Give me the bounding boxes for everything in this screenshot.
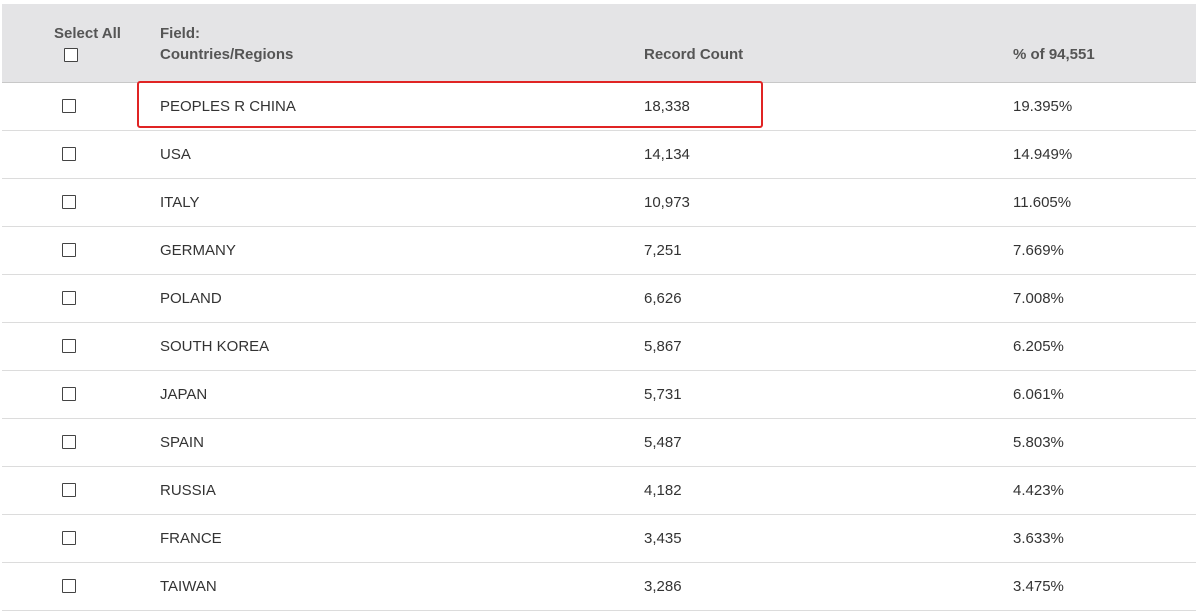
table-header: Select All Field: Countries/Regions Reco…	[2, 4, 1196, 83]
record-count: 7,251	[644, 242, 682, 259]
row-checkbox[interactable]	[62, 195, 76, 209]
field-label: Field:	[160, 25, 200, 42]
table-body: PEOPLES R CHINA 18,338 19.395% USA 14,13…	[2, 83, 1196, 611]
percent-value: 5.803%	[1013, 434, 1064, 451]
record-count-column-header[interactable]: Record Count	[644, 44, 743, 65]
record-count: 6,626	[644, 290, 682, 307]
table-row: RUSSIA 4,182 4.423%	[2, 467, 1196, 515]
country-name: RUSSIA	[160, 482, 216, 499]
select-all-checkbox[interactable]	[64, 48, 78, 62]
percent-value: 11.605%	[1013, 194, 1072, 211]
row-checkbox[interactable]	[62, 435, 76, 449]
row-checkbox[interactable]	[62, 531, 76, 545]
table-row: USA 14,134 14.949%	[2, 131, 1196, 179]
country-name: FRANCE	[160, 530, 222, 547]
row-checkbox[interactable]	[62, 339, 76, 353]
results-analysis-page: Select All Field: Countries/Regions Reco…	[0, 0, 1197, 611]
country-name: JAPAN	[160, 386, 208, 403]
record-count: 4,182	[644, 482, 682, 499]
record-count: 18,338	[644, 98, 690, 115]
country-name: SPAIN	[160, 434, 204, 451]
percent-value: 19.395%	[1013, 98, 1073, 115]
record-count: 5,867	[644, 338, 682, 355]
percent-value: 14.949%	[1013, 146, 1073, 163]
percent-value: 6.061%	[1013, 386, 1064, 403]
country-name: POLAND	[160, 290, 222, 307]
country-name: PEOPLES R CHINA	[160, 98, 296, 115]
table-row: TAIWAN 3,286 3.475%	[2, 563, 1196, 611]
percent-value: 3.475%	[1013, 578, 1064, 595]
percent-value: 7.669%	[1013, 242, 1064, 259]
table-row: POLAND 6,626 7.008%	[2, 275, 1196, 323]
country-name: SOUTH KOREA	[160, 338, 270, 355]
record-count: 5,731	[644, 386, 682, 403]
country-name: GERMANY	[160, 242, 236, 259]
record-count: 3,435	[644, 530, 682, 547]
table-row: PEOPLES R CHINA 18,338 19.395%	[2, 83, 1196, 131]
table-row: SPAIN 5,487 5.803%	[2, 419, 1196, 467]
percent-value: 4.423%	[1013, 482, 1064, 499]
field-name: Countries/Regions	[160, 46, 294, 63]
field-column-header[interactable]: Field: Countries/Regions	[160, 23, 293, 65]
country-name: USA	[160, 146, 191, 163]
table-row: JAPAN 5,731 6.061%	[2, 371, 1196, 419]
percent-value: 6.205%	[1013, 338, 1064, 355]
row-checkbox[interactable]	[62, 579, 76, 593]
table-row: FRANCE 3,435 3.633%	[2, 515, 1196, 563]
table-row: GERMANY 7,251 7.669%	[2, 227, 1196, 275]
row-checkbox[interactable]	[62, 483, 76, 497]
country-name: ITALY	[160, 194, 200, 211]
table-row: ITALY 10,973 11.605%	[2, 179, 1196, 227]
table-row: SOUTH KOREA 5,867 6.205%	[2, 323, 1196, 371]
select-all-header: Select All	[54, 23, 124, 62]
row-checkbox[interactable]	[62, 243, 76, 257]
record-count: 5,487	[644, 434, 682, 451]
percent-column-header[interactable]: % of 94,551	[1013, 44, 1095, 65]
percent-value: 7.008%	[1013, 290, 1064, 307]
row-checkbox[interactable]	[62, 147, 76, 161]
select-all-label: Select All	[54, 25, 121, 42]
country-name: TAIWAN	[160, 578, 217, 595]
countries-regions-table: Select All Field: Countries/Regions Reco…	[2, 4, 1196, 611]
percent-value: 3.633%	[1013, 530, 1064, 547]
row-checkbox[interactable]	[62, 387, 76, 401]
record-count: 3,286	[644, 578, 682, 595]
row-checkbox[interactable]	[62, 99, 76, 113]
row-checkbox[interactable]	[62, 291, 76, 305]
record-count: 14,134	[644, 146, 690, 163]
record-count: 10,973	[644, 194, 690, 211]
